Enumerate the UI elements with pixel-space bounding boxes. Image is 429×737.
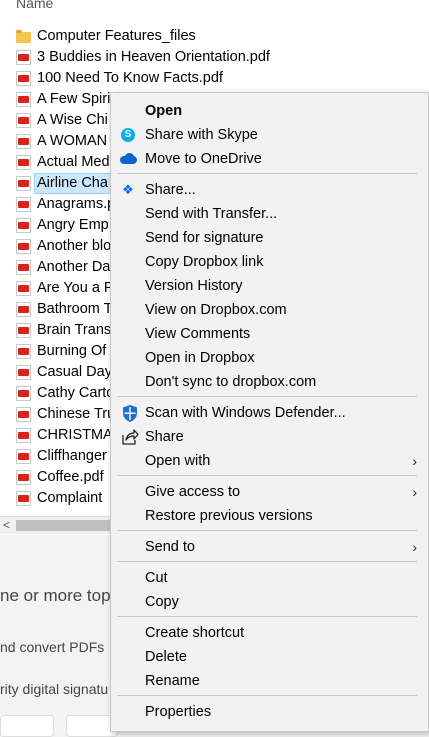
pdf-icon [16,218,31,233]
pdf-icon [16,491,31,506]
menu-item-version-history[interactable]: Version History [111,274,429,298]
menu-item-send-to[interactable]: Send to › [111,535,429,559]
menu-item-copy[interactable]: Copy [111,590,429,614]
background-text-convert: nd convert PDFs [0,639,105,655]
menu-item-rename[interactable]: Rename [111,669,429,693]
file-name: Computer Features_files [37,28,196,44]
pdf-icon [16,260,31,275]
scrollbar-thumb[interactable] [16,520,110,531]
menu-item-open-in-dropbox[interactable]: Open in Dropbox [111,346,429,370]
file-name: Coffee.pdf [37,469,104,485]
chevron-right-icon: › [412,539,417,555]
pdf-icon [16,155,31,170]
name-column-header[interactable]: Name [16,0,53,11]
dropbox-icon: ❖ [122,182,134,197]
file-name: 100 Need To Know Facts.pdf [37,70,223,86]
background-card [0,715,54,737]
pdf-icon [16,302,31,317]
menu-item-copy-dropbox-link[interactable]: Copy Dropbox link [111,250,429,274]
file-name: Actual Med [37,154,110,170]
file-name: Anagrams.p [37,196,116,212]
file-name: Another blo [37,238,112,254]
menu-item-create-shortcut[interactable]: Create shortcut [111,621,429,645]
background-text-signature: rity digital signatu [0,681,109,697]
file-row[interactable]: 3 Buddies in Heaven Orientation.pdf [0,47,429,68]
menu-separator [117,173,417,174]
menu-item-open-with[interactable]: Open with › [111,449,429,473]
menu-item-open[interactable]: Open [111,99,429,123]
menu-item-send-for-signature[interactable]: Send for signature [111,226,429,250]
menu-item-give-access-to[interactable]: Give access to › [111,480,429,504]
pdf-icon [16,71,31,86]
file-name: Cliffhanger [37,448,107,464]
menu-separator [117,475,417,476]
menu-item-restore-previous-versions[interactable]: Restore previous versions [111,504,429,528]
pdf-icon [16,113,31,128]
file-name: Brain Trans [37,322,112,338]
menu-item-send-with-transfer[interactable]: Send with Transfer... [111,202,429,226]
pdf-icon [16,344,31,359]
pdf-icon [16,50,31,65]
pdf-icon [16,407,31,422]
file-name: A Few Spiri [37,91,111,107]
file-name: Burning Of [37,343,107,359]
file-row[interactable]: 100 Need To Know Facts.pdf [0,68,429,89]
menu-separator [117,561,417,562]
menu-separator [117,616,417,617]
menu-item-view-on-dropbox[interactable]: View on Dropbox.com [111,298,429,322]
menu-separator [117,396,417,397]
menu-item-cut[interactable]: Cut [111,566,429,590]
menu-item-delete[interactable]: Delete [111,645,429,669]
pdf-icon [16,449,31,464]
pdf-icon [16,281,31,296]
file-name: Airline Cha [34,173,111,194]
skype-icon: S [121,128,135,142]
file-row[interactable]: Computer Features_files [0,26,429,47]
pdf-icon [16,323,31,338]
pdf-icon [16,386,31,401]
menu-item-dropbox-share[interactable]: ❖ Share... [111,178,429,202]
onedrive-cloud-icon [120,151,137,167]
menu-item-share-with-skype[interactable]: S Share with Skype [111,123,429,147]
chevron-right-icon: › [412,453,417,469]
file-name: Are You a P [37,280,114,296]
file-name: Complaint [37,490,103,506]
pdf-icon [16,197,31,212]
file-name: Chinese Tru [37,406,116,422]
file-name: Casual Day [37,364,112,380]
menu-item-properties[interactable]: Properties [111,700,429,724]
folder-icon [16,29,31,44]
pdf-icon [16,428,31,443]
pdf-icon [16,176,31,191]
windows-defender-shield-icon [121,404,139,423]
menu-separator [117,695,417,696]
context-menu: Open S Share with Skype Move to OneDrive… [110,92,429,732]
file-name: Another Da [37,259,111,275]
file-name: Bathroom T [37,301,113,317]
pdf-icon [16,134,31,149]
menu-item-move-to-onedrive[interactable]: Move to OneDrive [111,147,429,171]
scroll-left-arrow-icon[interactable]: < [3,517,10,534]
background-heading: ne or more top [0,586,111,605]
file-name: Angry Emp [37,217,109,233]
file-name: CHRISTMA [37,427,113,443]
menu-item-scan-windows-defender[interactable]: Scan with Windows Defender... [111,401,429,425]
file-name: Cathy Carto [37,385,115,401]
pdf-icon [16,239,31,254]
pdf-icon [16,365,31,380]
file-name: 3 Buddies in Heaven Orientation.pdf [37,49,270,65]
menu-item-view-comments[interactable]: View Comments [111,322,429,346]
menu-item-share[interactable]: Share [111,425,429,449]
share-icon [121,428,139,446]
file-name: A Wise Chi [37,112,108,128]
menu-separator [117,530,417,531]
file-name: A WOMAN [37,133,108,149]
menu-item-dont-sync[interactable]: Don't sync to dropbox.com [111,370,429,394]
chevron-right-icon: › [412,484,417,500]
pdf-icon [16,92,31,107]
pdf-icon [16,470,31,485]
